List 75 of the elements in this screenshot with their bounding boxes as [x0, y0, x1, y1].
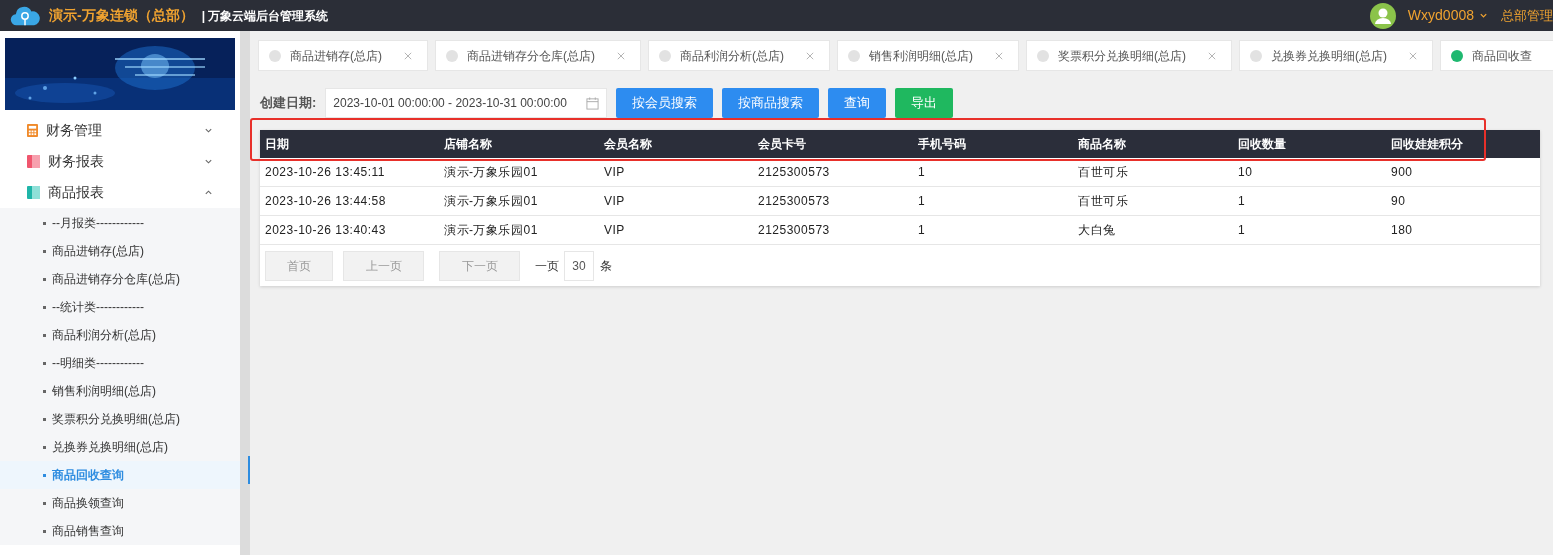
close-icon[interactable] [617, 51, 625, 60]
column-header[interactable]: 回收娃娃积分 [1386, 135, 1540, 153]
brand-name: 演示-万象连锁（总部） [49, 6, 194, 25]
menu-item[interactable]: --统计类------------ [0, 293, 240, 321]
caret-icon[interactable] [1479, 11, 1488, 20]
menu-item[interactable]: 商品销售查询 [0, 517, 240, 545]
column-header[interactable]: 手机号码 [913, 135, 1073, 153]
table-cell-text: 900 [1390, 164, 1414, 181]
table-cell-text: VIP [603, 222, 626, 239]
menu-item[interactable]: 销售利润明细(总店) [0, 377, 240, 405]
role-menu[interactable]: 总部管理 [1501, 5, 1553, 26]
page-size-field[interactable]: 30 [564, 250, 594, 281]
menu-item[interactable]: 商品利润分析(总店) [0, 321, 240, 349]
table-cell-text: 10 [1237, 164, 1254, 181]
menu-item[interactable]: 奖票积分兑换明细(总店) [0, 405, 240, 433]
user-name[interactable]: Wxyd0008 [1407, 5, 1474, 26]
calculator-icon [27, 124, 38, 137]
table-cell-text: 1 [917, 222, 927, 239]
cloud-logo-icon [10, 4, 40, 27]
table-cell-text: 演示-万象乐园01 [443, 164, 539, 181]
column-header[interactable]: 会员卡号 [753, 135, 913, 153]
table-cell-text: 2023-10-26 13:44:58 [264, 193, 387, 210]
table-cell-text: 180 [1390, 222, 1414, 239]
date-range-field[interactable]: 2023-10-01 00:00:00 - 2023-10-31 00:00:00 [325, 88, 608, 118]
tab[interactable]: 奖票积分兑换明细(总店) [1026, 40, 1232, 71]
tab[interactable]: 销售利润明细(总店) [837, 40, 1019, 71]
menu-item[interactable]: --月报类------------ [0, 209, 240, 237]
table-cell-text: VIP [603, 164, 626, 181]
menu-item[interactable]: 商品换领查询 [0, 489, 240, 517]
table-cell-text: 2023-10-26 13:40:43 [264, 222, 387, 239]
table-cell-text: 演示-万象乐园01 [443, 222, 539, 239]
tab[interactable]: 商品进销存(总店) [258, 40, 428, 71]
user-avatar-icon[interactable] [1369, 2, 1396, 29]
close-icon[interactable] [995, 51, 1003, 60]
system-title: | 万象云端后台管理系统 [201, 7, 329, 25]
table-cell-text: VIP [603, 193, 626, 210]
tab[interactable]: 商品回收查 [1440, 40, 1553, 71]
table-cell-text: 2125300573 [757, 222, 831, 239]
column-header[interactable]: 商品名称 [1073, 135, 1233, 153]
menu-group[interactable]: 商品报表 [0, 177, 240, 208]
menu-group[interactable]: 财务报表 [0, 146, 240, 177]
menu-item[interactable]: --明细类------------ [0, 349, 240, 377]
date-label: 创建日期: [260, 94, 317, 113]
column-header[interactable]: 日期 [260, 135, 439, 153]
tab[interactable]: 商品进销存分仓库(总店) [435, 40, 641, 71]
table-cell-text: 1 [917, 193, 927, 210]
column-header[interactable]: 回收数量 [1233, 135, 1386, 153]
table-cell-text: 1 [917, 164, 927, 181]
close-icon[interactable] [1409, 51, 1417, 60]
table-cell-text: 百世可乐 [1077, 164, 1129, 181]
table-cell-text: 大白兔 [1077, 222, 1117, 239]
column-header[interactable]: 会员名称 [599, 135, 753, 153]
table-cell-text: 演示-万象乐园01 [443, 193, 539, 210]
calendar-icon[interactable] [586, 96, 600, 110]
table-cell-text: 90 [1390, 193, 1407, 210]
table-cell-text: 2125300573 [757, 164, 831, 181]
close-icon[interactable] [1208, 51, 1216, 60]
menu-item[interactable]: 商品进销存分仓库(总店) [0, 265, 240, 293]
unit-label: 条 [600, 257, 612, 275]
close-icon[interactable] [806, 51, 814, 60]
table-cell-text: 1 [1237, 193, 1247, 210]
tab[interactable]: 兑换券兑换明细(总店) [1239, 40, 1433, 71]
menu-item[interactable]: 商品进销存(总店) [0, 237, 240, 265]
menu-group[interactable]: 财务管理 [0, 115, 240, 146]
tab[interactable]: 商品利润分析(总店) [648, 40, 830, 71]
per-page-label: 一页 [535, 257, 559, 275]
column-header[interactable]: 店铺名称 [439, 135, 599, 153]
table-cell-text: 1 [1237, 222, 1247, 239]
book-icon [27, 186, 40, 199]
menu-item[interactable]: 兑换券兑换明细(总店) [0, 433, 240, 461]
close-icon[interactable] [404, 51, 412, 60]
table-cell-text: 2125300573 [757, 193, 831, 210]
table-cell-text: 2023-10-26 13:45:11 [264, 164, 387, 181]
table-cell-text: 百世可乐 [1077, 193, 1129, 210]
book-icon [27, 155, 40, 168]
